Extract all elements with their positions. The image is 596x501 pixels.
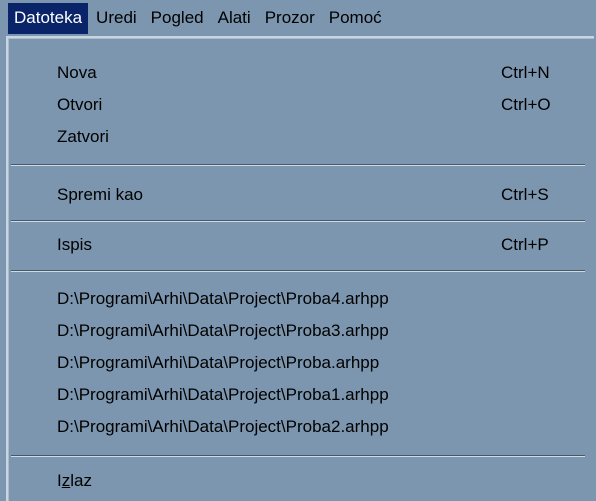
menu-separator <box>11 455 585 457</box>
recent-file-path: D:\Programi\Arhi\Data\Project\Proba2.arh… <box>57 417 389 436</box>
menu-item-exit[interactable]: Izlaz <box>8 466 588 496</box>
recent-file-path: D:\Programi\Arhi\Data\Project\Proba3.arh… <box>57 321 389 340</box>
menu-separator <box>11 164 585 166</box>
file-dropdown-menu: Nova Ctrl+N Otvori Ctrl+O Zatvori Spremi… <box>6 36 594 501</box>
menu-item-print-shortcut: Ctrl+P <box>501 235 549 254</box>
menu-item-close-label: Zatvori <box>57 127 109 146</box>
menu-item-open-label: Otvori <box>57 95 103 114</box>
menu-item-new[interactable]: Nova Ctrl+N <box>8 58 588 88</box>
recent-file-item[interactable]: D:\Programi\Arhi\Data\Project\Proba1.arh… <box>8 380 588 410</box>
menu-pogled[interactable]: Pogled <box>145 3 210 34</box>
recent-file-path: D:\Programi\Arhi\Data\Project\Proba4.arh… <box>57 289 389 308</box>
recent-file-item[interactable]: D:\Programi\Arhi\Data\Project\Proba3.arh… <box>8 316 588 346</box>
recent-file-item[interactable]: D:\Programi\Arhi\Data\Project\Proba2.arh… <box>8 412 588 442</box>
menu-separator <box>11 220 585 222</box>
menu-item-exit-label: Izlaz <box>57 466 92 496</box>
menu-prozor[interactable]: Prozor <box>259 3 321 34</box>
recent-file-item[interactable]: D:\Programi\Arhi\Data\Project\Proba.arhp… <box>8 348 588 378</box>
menu-item-save-as[interactable]: Spremi kao Ctrl+S <box>8 180 588 210</box>
menu-uredi[interactable]: Uredi <box>90 3 143 34</box>
menu-item-new-shortcut: Ctrl+N <box>501 63 550 82</box>
menu-item-close[interactable]: Zatvori <box>8 122 588 152</box>
menu-item-save-as-shortcut: Ctrl+S <box>501 185 549 204</box>
menu-separator <box>11 270 585 272</box>
menu-datoteka[interactable]: Datoteka <box>8 2 89 34</box>
recent-file-item[interactable]: D:\Programi\Arhi\Data\Project\Proba4.arh… <box>8 284 588 314</box>
menu-item-open-shortcut: Ctrl+O <box>501 95 551 114</box>
menu-item-save-as-label: Spremi kao <box>57 185 143 204</box>
exit-label-suffix: laz <box>70 471 92 490</box>
menu-item-open[interactable]: Otvori Ctrl+O <box>8 90 588 120</box>
menu-item-print-label: Ispis <box>57 235 92 254</box>
menu-item-print[interactable]: Ispis Ctrl+P <box>8 230 588 260</box>
recent-file-path: D:\Programi\Arhi\Data\Project\Proba1.arh… <box>57 385 389 404</box>
menu-alati[interactable]: Alati <box>212 3 257 34</box>
recent-file-path: D:\Programi\Arhi\Data\Project\Proba.arhp… <box>57 353 380 372</box>
menu-bar: Datoteka Uredi Pogled Alati Prozor Pomoć <box>0 0 596 36</box>
menu-pomoc[interactable]: Pomoć <box>323 3 388 34</box>
menu-item-new-label: Nova <box>57 63 97 82</box>
exit-label-mnemonic: z <box>61 471 71 490</box>
